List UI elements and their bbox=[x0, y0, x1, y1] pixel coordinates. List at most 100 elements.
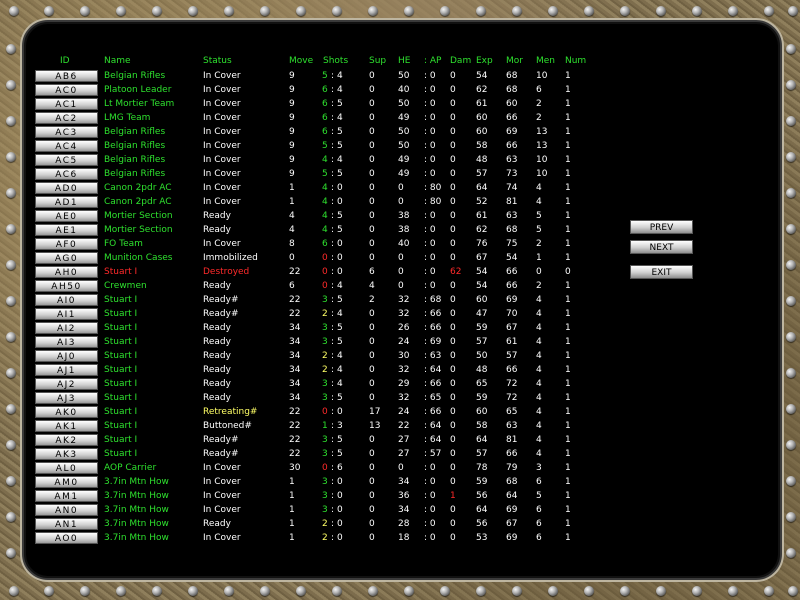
cell-ap: : 63 bbox=[424, 349, 441, 363]
table-row: AJ0 Stuart I Ready 34 2:4 0 30: 63 0 50 57 4 1 bbox=[0, 349, 800, 363]
unit-id-button[interactable]: AC5 bbox=[35, 154, 98, 166]
cell-men: 6 bbox=[536, 505, 542, 515]
cell-he: 24 bbox=[398, 337, 410, 347]
cell-shots-b: 5 bbox=[337, 225, 343, 235]
cell-name: Belgian Rifles bbox=[104, 169, 166, 179]
unit-id-button[interactable]: AE0 bbox=[35, 210, 98, 222]
ap-value: 65 bbox=[429, 393, 442, 403]
unit-id-button[interactable]: AB6 bbox=[35, 70, 98, 82]
cell-name: Belgian Rifles bbox=[104, 127, 166, 137]
cell-ap: : 68 bbox=[424, 293, 441, 307]
cell-name: 3.7in Mtn How bbox=[104, 519, 169, 529]
unit-id-button[interactable]: AK0 bbox=[35, 406, 98, 418]
cell-shots-b: 5 bbox=[337, 393, 343, 403]
cell-move: 1 bbox=[289, 505, 295, 515]
unit-id-button[interactable]: AC3 bbox=[35, 126, 98, 138]
rivet-icon bbox=[512, 586, 522, 596]
cell-move: 22 bbox=[289, 407, 301, 417]
rivet-icon bbox=[656, 586, 666, 596]
unit-id-button[interactable]: AI0 bbox=[35, 294, 98, 306]
cell-men: 0 bbox=[536, 267, 542, 277]
unit-id-button[interactable]: AJ1 bbox=[35, 364, 98, 376]
cell-he: 18 bbox=[398, 533, 410, 543]
unit-id-button[interactable]: AN0 bbox=[35, 504, 98, 516]
cell-dam: 0 bbox=[450, 281, 456, 291]
unit-id-button[interactable]: AH50 bbox=[35, 280, 98, 292]
cell-status: Ready# bbox=[203, 309, 239, 319]
cell-num: 1 bbox=[565, 379, 571, 389]
cell-ap: : 0 bbox=[424, 475, 436, 489]
unit-id-button[interactable]: AH0 bbox=[35, 266, 98, 278]
ap-value: 0 bbox=[429, 281, 436, 291]
rivet-icon bbox=[548, 586, 558, 596]
cell-status: In Cover bbox=[203, 71, 241, 81]
unit-id-button[interactable]: AJ3 bbox=[35, 392, 98, 404]
cell-shots-b: 5 bbox=[337, 127, 343, 137]
cell-he: 38 bbox=[398, 211, 410, 221]
cell-ap: : 66 bbox=[424, 321, 441, 335]
unit-id-button[interactable]: AD0 bbox=[35, 182, 98, 194]
unit-id-button[interactable]: AC1 bbox=[35, 98, 98, 110]
unit-id-button[interactable]: AK3 bbox=[35, 448, 98, 460]
cell-exp: 54 bbox=[476, 281, 488, 291]
cell-shots-a: 5 bbox=[322, 169, 328, 179]
cell-shots-a: 1 bbox=[322, 421, 328, 431]
rivet-icon bbox=[80, 6, 90, 16]
cell-dam: 0 bbox=[450, 533, 456, 543]
unit-id-button[interactable]: AK2 bbox=[35, 434, 98, 446]
cell-shots-a: 0 bbox=[322, 463, 328, 473]
exit-button[interactable]: EXIT bbox=[630, 265, 693, 279]
cell-status: In Cover bbox=[203, 85, 241, 95]
next-button[interactable]: NEXT bbox=[630, 240, 693, 254]
unit-id-button[interactable]: AJ2 bbox=[35, 378, 98, 390]
shots-separator: : bbox=[331, 253, 335, 263]
unit-id-button[interactable]: AM1 bbox=[35, 490, 98, 502]
unit-id-button[interactable]: AI1 bbox=[35, 308, 98, 320]
unit-id-button[interactable]: AK1 bbox=[35, 420, 98, 432]
ap-value: 0 bbox=[429, 211, 436, 221]
unit-id-button[interactable]: AI3 bbox=[35, 336, 98, 348]
ap-value: 0 bbox=[429, 127, 436, 137]
cell-mor: 79 bbox=[506, 463, 518, 473]
cell-name: Stuart I bbox=[104, 393, 138, 403]
cell-move: 9 bbox=[289, 169, 295, 179]
unit-id-button[interactable]: AN1 bbox=[35, 518, 98, 530]
cell-exp: 60 bbox=[476, 407, 488, 417]
unit-id-button[interactable]: AC6 bbox=[35, 168, 98, 180]
shots-separator: : bbox=[331, 281, 335, 291]
unit-id-button[interactable]: AM0 bbox=[35, 476, 98, 488]
unit-id-button[interactable]: AO0 bbox=[35, 532, 98, 544]
unit-id-button[interactable]: AC0 bbox=[35, 84, 98, 96]
cell-exp: 58 bbox=[476, 141, 488, 151]
unit-id-button[interactable]: AC2 bbox=[35, 112, 98, 124]
cell-exp: 65 bbox=[476, 379, 488, 389]
cell-name: Stuart I bbox=[104, 449, 138, 459]
cell-exp: 57 bbox=[476, 449, 488, 459]
ap-value: 0 bbox=[429, 225, 436, 235]
unit-id-button[interactable]: AD1 bbox=[35, 196, 98, 208]
cell-shots-b: 0 bbox=[337, 253, 343, 263]
cell-mor: 72 bbox=[506, 393, 518, 403]
shots-separator: : bbox=[331, 407, 335, 417]
unit-id-button[interactable]: AL0 bbox=[35, 462, 98, 474]
unit-id-button[interactable]: AC4 bbox=[35, 140, 98, 152]
rivet-icon bbox=[764, 586, 774, 596]
cell-name: Stuart I bbox=[104, 323, 138, 333]
table-row: AB6 Belgian Rifles In Cover 9 5:4 0 50: 0 0 54 68… bbox=[0, 69, 800, 83]
cell-ap: : 0 bbox=[424, 265, 436, 279]
cell-shots-b: 0 bbox=[337, 267, 343, 277]
cell-sup: 0 bbox=[369, 323, 375, 333]
cell-he: 24 bbox=[398, 407, 410, 417]
cell-status: Buttoned# bbox=[203, 421, 252, 431]
unit-id-button[interactable]: AF0 bbox=[35, 238, 98, 250]
unit-id-button[interactable]: AI2 bbox=[35, 322, 98, 334]
cell-move: 34 bbox=[289, 351, 301, 361]
unit-id-button[interactable]: AJ0 bbox=[35, 350, 98, 362]
cell-exp: 61 bbox=[476, 99, 488, 109]
header-move: Move bbox=[289, 56, 314, 66]
unit-id-button[interactable]: AG0 bbox=[35, 252, 98, 264]
unit-id-button[interactable]: AE1 bbox=[35, 224, 98, 236]
cell-mor: 66 bbox=[506, 449, 518, 459]
cell-move: 4 bbox=[289, 211, 295, 221]
prev-button[interactable]: PREV bbox=[630, 220, 693, 234]
